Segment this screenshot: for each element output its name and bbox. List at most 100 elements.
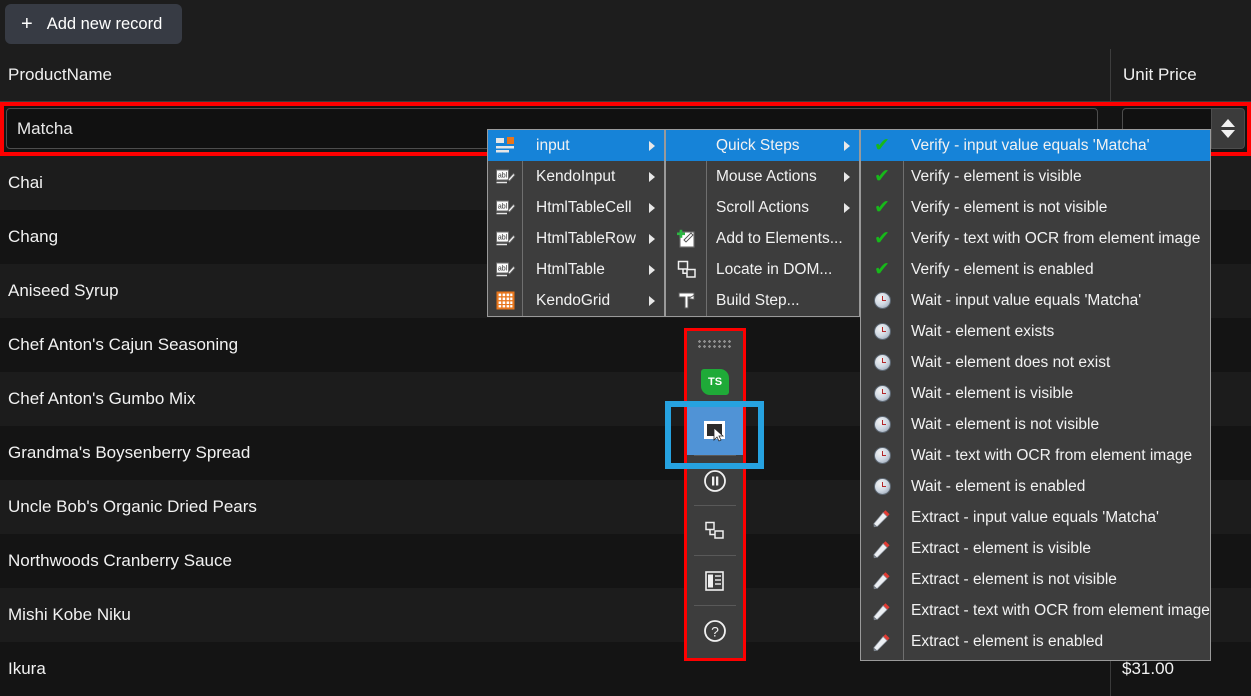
menu-item-wait-text-with-ocr-from-element-image[interactable]: Wait - text with OCR from element image — [861, 440, 1210, 471]
menu-item-icon — [861, 533, 903, 564]
column-header-unitprice[interactable]: Unit Price — [1110, 49, 1251, 101]
page-details-icon — [705, 570, 724, 591]
menu-item-icon — [861, 502, 903, 533]
menu-item-scroll-actions[interactable]: Scroll Actions — [666, 192, 859, 223]
menu-item-input[interactable]: input — [488, 130, 664, 161]
menu-item-label: input — [536, 136, 570, 154]
menu-item-label: Verify - element is visible — [911, 167, 1082, 185]
menu-item-verify-element-is-not-visible[interactable]: ✔ Verify - element is not visible — [861, 192, 1210, 223]
menu-item-build-step[interactable]: Build Step... — [666, 285, 859, 316]
pause-recording-button[interactable] — [687, 456, 743, 505]
dom-explorer-button[interactable] — [687, 506, 743, 555]
menu-item-kendoinput[interactable]: abl KendoInput — [488, 161, 664, 192]
menu-item-kendogrid[interactable]: KendoGrid — [488, 285, 664, 316]
menu-item-locate-in-dom[interactable]: Locate in DOM... — [666, 254, 859, 285]
spinner-down-icon[interactable] — [1221, 130, 1235, 138]
html-label-icon: abl — [494, 197, 516, 219]
menu-item-verify-input-value-equals-matcha[interactable]: ✔ Verify - input value equals 'Matcha' — [861, 130, 1210, 161]
menu-item-quick-steps[interactable]: Quick Steps — [666, 130, 859, 161]
page-details-button[interactable] — [687, 556, 743, 605]
chevron-right-icon — [649, 172, 655, 182]
help-question-icon: ? — [704, 619, 726, 642]
menu-item-verify-element-is-visible[interactable]: ✔ Verify - element is visible — [861, 161, 1210, 192]
menu-item-wait-element-is-visible[interactable]: Wait - element is visible — [861, 378, 1210, 409]
menu-item-label: Extract - text with OCR from element ima… — [911, 601, 1210, 619]
pipette-icon — [872, 508, 892, 528]
clock-icon — [873, 354, 891, 371]
menu-items: Quick Steps Mouse Actions Scroll Actions Ad… — [666, 130, 859, 316]
html-label-icon: abl — [494, 259, 516, 281]
menu-item-label: Wait - element does not exist — [911, 353, 1111, 371]
cell-productname: Chef Anton's Gumbo Mix — [8, 389, 196, 408]
element-highlight-tool-button[interactable] — [687, 406, 743, 455]
menu-item-add-to-elements[interactable]: Add to Elements... — [666, 223, 859, 254]
menu-item-extract-element-is-enabled[interactable]: Extract - element is enabled — [861, 626, 1210, 657]
menu-item-wait-input-value-equals-matcha[interactable]: Wait - input value equals 'Matcha' — [861, 285, 1210, 316]
menu-item-icon — [861, 471, 903, 502]
menu-item-label: Locate in DOM... — [716, 260, 833, 278]
menu-item-label: HtmlTableCell — [536, 198, 632, 216]
menu-item-wait-element-exists[interactable]: Wait - element exists — [861, 316, 1210, 347]
menu-item-icon: abl — [488, 161, 522, 192]
menu-item-icon — [861, 595, 903, 626]
menu-item-htmltablecell[interactable]: abl HtmlTableCell — [488, 192, 664, 223]
svg-text:abl: abl — [498, 265, 508, 272]
html-label-icon: abl — [494, 228, 516, 250]
plus-icon: + — [21, 13, 33, 35]
menu-item-extract-element-is-not-visible[interactable]: Extract - element is not visible — [861, 564, 1210, 595]
add-new-record-button[interactable]: + Add new record — [5, 4, 183, 44]
menu-item-icon — [666, 223, 706, 254]
add-element-icon — [675, 227, 698, 250]
menu-item-label: Add to Elements... — [716, 229, 843, 247]
grid-header-row: ProductName Unit Price — [0, 49, 1251, 102]
menu-item-htmltable[interactable]: abl HtmlTable — [488, 254, 664, 285]
clock-icon — [873, 292, 891, 309]
clock-icon — [873, 447, 891, 464]
cell-productname: Uncle Bob's Organic Dried Pears — [8, 497, 257, 516]
menu-item-extract-element-is-visible[interactable]: Extract - element is visible — [861, 533, 1210, 564]
clock-icon — [873, 416, 891, 433]
help-button[interactable]: ? — [687, 606, 743, 655]
spinner-up-icon[interactable] — [1221, 119, 1235, 127]
menu-item-icon — [861, 285, 903, 316]
menu-items: ✔ Verify - input value equals 'Matcha' ✔ Ve… — [861, 130, 1210, 657]
menu-item-label: Extract - input value equals 'Matcha' — [911, 508, 1160, 526]
menu-item-icon — [861, 316, 903, 347]
chevron-right-icon — [649, 296, 655, 306]
menu-item-icon — [861, 347, 903, 378]
menu-item-label: Wait - element exists — [911, 322, 1055, 340]
menu-item-verify-element-is-enabled[interactable]: ✔ Verify - element is enabled — [861, 254, 1210, 285]
menu-item-wait-element-is-enabled[interactable]: Wait - element is enabled — [861, 471, 1210, 502]
cell-productname: Chef Anton's Cajun Seasoning — [8, 335, 239, 354]
menu-item-label: Verify - element is not visible — [911, 198, 1108, 216]
menu-item-icon — [666, 192, 706, 223]
menu-item-label: Verify - input value equals 'Matcha' — [911, 136, 1150, 154]
ts-leaf-icon: TS — [701, 368, 729, 395]
cell-productname: Chai — [8, 173, 43, 192]
clock-icon — [873, 323, 891, 340]
menu-item-extract-text-with-ocr-from-element-image[interactable]: Extract - text with OCR from element ima… — [861, 595, 1210, 626]
svg-text:abl: abl — [498, 172, 508, 179]
menu-item-label: Extract - element is not visible — [911, 570, 1117, 588]
menu-item-icon — [488, 285, 522, 316]
menu-item-icon — [666, 130, 706, 161]
input-element-icon — [494, 135, 516, 157]
menu-item-wait-element-is-not-visible[interactable]: Wait - element is not visible — [861, 409, 1210, 440]
pipette-icon — [872, 632, 892, 652]
menu-item-htmltablerow[interactable]: abl HtmlTableRow — [488, 223, 664, 254]
menu-item-mouse-actions[interactable]: Mouse Actions — [666, 161, 859, 192]
menu-item-extract-input-value-equals-matcha[interactable]: Extract - input value equals 'Matcha' — [861, 502, 1210, 533]
chevron-right-icon — [844, 172, 850, 182]
menu-item-label: Wait - text with OCR from element image — [911, 446, 1193, 464]
menu-item-label: KendoInput — [536, 167, 616, 185]
column-header-productname[interactable]: ProductName — [0, 49, 1118, 101]
menu-item-verify-text-with-ocr-from-element-image[interactable]: ✔ Verify - text with OCR from element ima… — [861, 223, 1210, 254]
menu-item-icon — [666, 161, 706, 192]
chevron-right-icon — [649, 203, 655, 213]
svg-text:abl: abl — [498, 234, 508, 241]
menu-item-wait-element-does-not-exist[interactable]: Wait - element does not exist — [861, 347, 1210, 378]
pipette-icon — [872, 570, 892, 590]
toolbar-drag-handle[interactable] — [687, 331, 743, 357]
telerik-testing-badge[interactable]: TS — [687, 357, 743, 406]
unit-price-spinner[interactable] — [1212, 108, 1245, 149]
